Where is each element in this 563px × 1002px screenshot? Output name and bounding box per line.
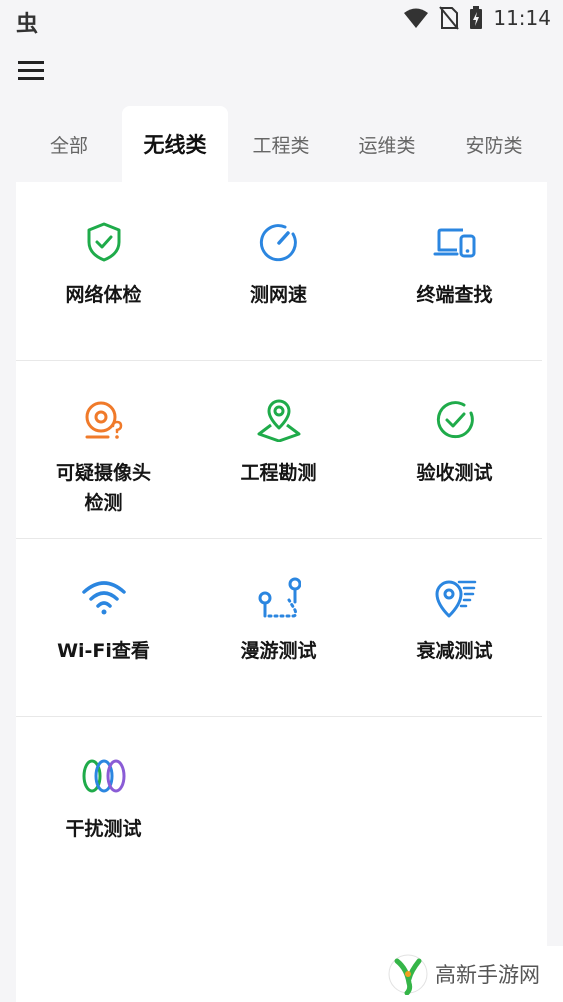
tool-camera-detect[interactable]: 可疑摄像头 检测 — [16, 360, 191, 538]
no-sim-icon — [439, 6, 460, 30]
devices-icon — [433, 228, 476, 258]
watermark: 高新手游网 — [377, 946, 563, 1002]
tab-wireless[interactable]: 无线类 — [122, 106, 228, 182]
tool-acceptance-test[interactable]: 验收测试 — [367, 360, 542, 538]
tool-label: 验收测试 — [416, 462, 493, 484]
tool-label: 漫游测试 — [240, 640, 317, 662]
hamburger-menu-icon — [18, 61, 44, 80]
tool-roaming-test[interactable]: 漫游测试 — [191, 538, 366, 716]
watermark-logo-icon — [388, 954, 428, 995]
status-icons: 11:14 — [403, 6, 551, 30]
wifi-icon — [404, 8, 429, 28]
tab-engineering[interactable]: 工程类 — [228, 106, 334, 182]
tool-label: Wi-Fi查看 — [57, 640, 150, 662]
speedometer-icon — [259, 224, 297, 262]
tool-attenuation-test[interactable]: 衰减测试 — [367, 538, 542, 716]
camera-question-icon — [85, 401, 123, 439]
status-bar: 虫 11:14 — [0, 0, 563, 40]
tool-label: 衰减测试 — [416, 640, 493, 662]
tool-label: 工程勘测 — [240, 462, 317, 484]
map-pin-icon — [257, 399, 301, 442]
tool-network-check[interactable]: 网络体检 — [16, 182, 191, 360]
tool-label: 终端查找 — [416, 284, 493, 306]
tool-interference-test[interactable]: 干扰测试 — [16, 716, 191, 894]
tool-site-survey[interactable]: 工程勘测 — [191, 360, 366, 538]
check-circle-icon — [436, 401, 474, 439]
tool-row: 可疑摄像头 检测 工程勘测 验收测试 — [16, 360, 542, 539]
tool-row: 网络体检 测网速 终端查找 — [16, 182, 542, 361]
roaming-path-icon — [258, 577, 301, 618]
tool-row: Wi-Fi查看 漫游测试 衰减测试 — [16, 538, 542, 717]
tool-label: 测网速 — [249, 284, 307, 306]
tool-label: 干扰测试 — [65, 818, 142, 840]
rings-icon — [82, 759, 126, 793]
tab-security[interactable]: 安防类 — [441, 106, 547, 182]
tool-wifi-view[interactable]: Wi-Fi查看 — [16, 538, 191, 716]
shield-check-icon — [87, 222, 121, 262]
battery-charging-icon — [470, 6, 483, 29]
wifi-signal-icon — [82, 581, 126, 615]
tool-label: 可疑摄像头 检测 — [55, 462, 151, 514]
tool-label: 网络体检 — [65, 284, 142, 306]
tool-speed-test[interactable]: 测网速 — [191, 182, 366, 360]
tab-operations[interactable]: 运维类 — [334, 106, 440, 182]
location-signal-icon — [435, 580, 477, 618]
app-notification-glyph: 虫 — [16, 12, 39, 37]
clock: 11:14 — [493, 6, 551, 30]
tab-all[interactable]: 全部 — [16, 106, 122, 182]
category-tabs: 全部 无线类 工程类 运维类 安防类 — [16, 106, 547, 182]
tool-row: 干扰测试 — [16, 716, 542, 894]
menu-button[interactable] — [16, 56, 46, 86]
tool-grid: 网络体检 测网速 终端查找 可疑摄像头 检测 工程勘测 验收测试 Wi-Fi查看… — [16, 182, 547, 1002]
tool-device-finder[interactable]: 终端查找 — [367, 182, 542, 360]
watermark-text: 高新手游网 — [435, 963, 540, 987]
